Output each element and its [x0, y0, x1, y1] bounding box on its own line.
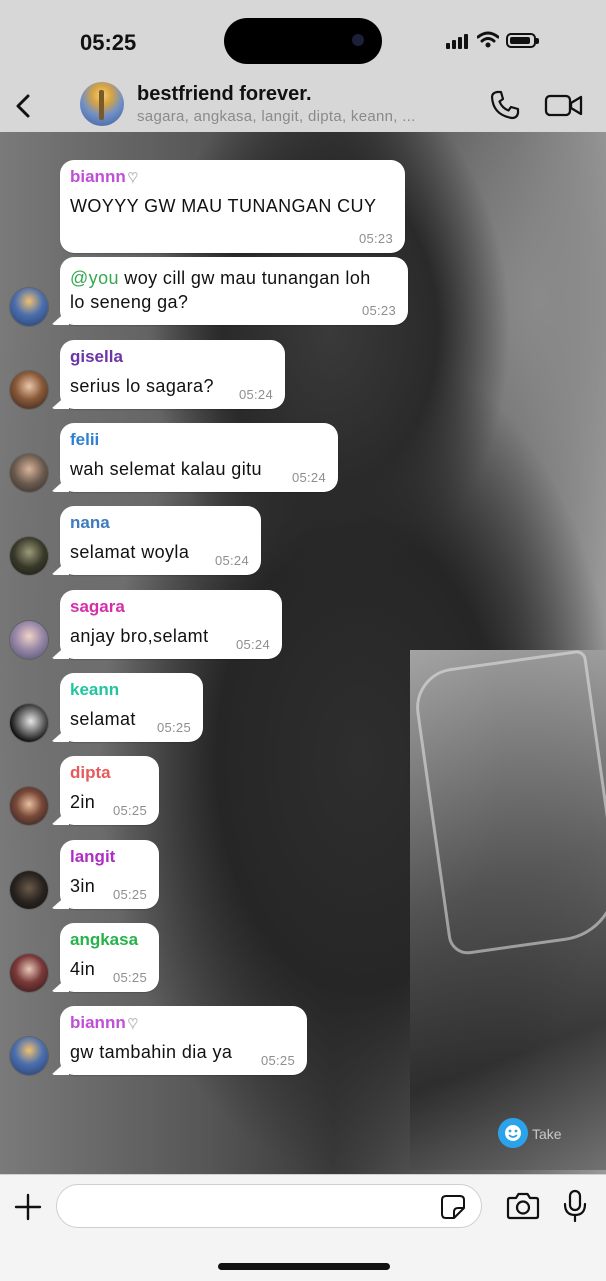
message-time: 05:25 [260, 1053, 295, 1068]
battery-icon [506, 33, 539, 48]
message-bubble[interactable]: dipta 2in 05:25 [60, 756, 159, 825]
sender-name: biannn ♥ [70, 1013, 138, 1033]
message-time: 05:25 [156, 720, 191, 735]
avatar[interactable] [10, 288, 48, 326]
message-bubble[interactable]: keann selamat 05:25 [60, 673, 203, 742]
home-indicator[interactable] [218, 1263, 390, 1270]
white-heart-icon: ♥ [127, 167, 138, 187]
wifi-icon [477, 31, 499, 48]
sender-name: nana [70, 513, 110, 532]
video-icon[interactable] [544, 90, 584, 120]
message-bubble[interactable]: biannn ♥ gw tambahin dia ya 05:25 [60, 1006, 307, 1075]
plus-icon[interactable] [12, 1191, 44, 1223]
sender-name: keann [70, 680, 120, 699]
message-bubble[interactable]: nana selamat woyla 05:24 [60, 506, 261, 575]
message-text: @you woy cill gw mau tunangan loh lo sen… [70, 268, 371, 312]
message-time: 05:24 [291, 470, 326, 485]
message-time: 05:25 [112, 887, 147, 902]
avatar[interactable] [10, 954, 48, 992]
message-bubble[interactable]: @you woy cill gw mau tunangan loh lo sen… [60, 257, 408, 325]
message-bubble[interactable]: langit 3in 05:25 [60, 840, 159, 909]
chat-title[interactable]: bestfriend forever. [137, 83, 312, 106]
message-time: 05:23 [358, 231, 393, 246]
message-time: 05:24 [214, 553, 249, 568]
camera-dot [352, 34, 364, 46]
mention[interactable]: @you [70, 268, 119, 288]
message-time: 05:25 [112, 803, 147, 818]
avatar[interactable] [10, 537, 48, 575]
avatar[interactable] [10, 704, 48, 742]
message-time: 05:24 [235, 637, 270, 652]
message-bubble[interactable]: sagara anjay bro,selamt 05:24 [60, 590, 282, 659]
message-bubble[interactable]: biannn ♥ WOYYY GW MAU TUNANGAN CUY 05:23 [60, 160, 405, 253]
sticker-label: Take [532, 1126, 562, 1142]
chat-members[interactable]: sagara, angkasa, langit, dipta, keann, .… [137, 108, 416, 125]
message-time: 05:23 [361, 303, 396, 318]
status-time: 05:25 [80, 30, 137, 55]
message-input-bar [0, 1174, 606, 1281]
sender-name: dipta [70, 763, 111, 782]
back-icon[interactable] [6, 86, 42, 126]
sender-name: felii [70, 430, 100, 449]
message-bubble[interactable]: felii wah selemat kalau gitu 05:24 [60, 423, 338, 492]
group-avatar[interactable] [80, 82, 124, 126]
message-text: wah selemat kalau gitu [70, 459, 262, 479]
avatar[interactable] [10, 787, 48, 825]
message-text: WOYYY GW MAU TUNANGAN CUY [70, 196, 377, 216]
avatar[interactable] [10, 871, 48, 909]
microphone-icon[interactable] [562, 1189, 588, 1223]
phone-icon[interactable] [488, 88, 522, 122]
sender-name: gisella [70, 347, 123, 366]
status-bar: 05:25 [0, 0, 606, 80]
message-time: 05:24 [238, 387, 273, 402]
sticker-icon[interactable] [440, 1194, 466, 1220]
sender-name: langit [70, 847, 116, 866]
white-heart-icon: ♥ [127, 1013, 138, 1033]
smiley-sticker-icon [498, 1118, 528, 1148]
message-bubble[interactable]: gisella serius lo sagara? 05:24 [60, 340, 285, 409]
message-input[interactable] [56, 1184, 482, 1228]
monument-image [99, 90, 104, 120]
message-time: 05:25 [112, 970, 147, 985]
avatar[interactable] [10, 371, 48, 409]
dynamic-island [224, 18, 382, 64]
message-bubble[interactable]: angkasa 4in 05:25 [60, 923, 159, 992]
avatar[interactable] [10, 621, 48, 659]
sender-name: angkasa [70, 930, 139, 949]
avatar[interactable] [10, 454, 48, 492]
chat-header: bestfriend forever. sagara, angkasa, lan… [0, 80, 606, 132]
camera-icon[interactable] [506, 1190, 540, 1222]
sender-name: biannn ♥ [70, 167, 138, 187]
avatar[interactable] [10, 1037, 48, 1075]
cellular-signal-icon [446, 33, 472, 49]
sender-name: sagara [70, 597, 125, 616]
